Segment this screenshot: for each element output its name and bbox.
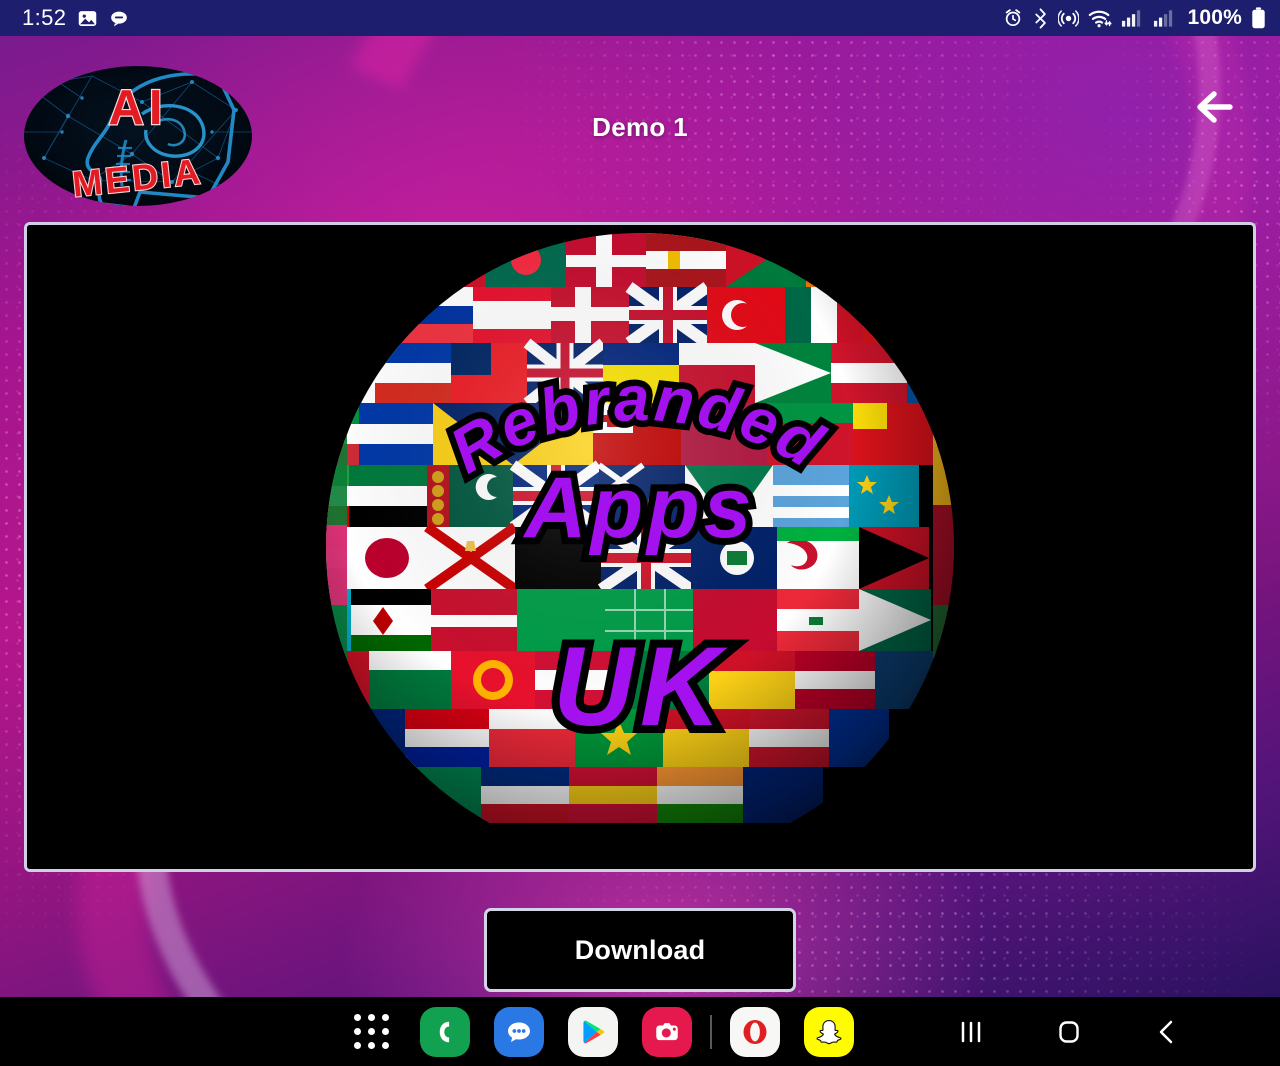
app-logo: AI MEDIA xyxy=(22,62,254,210)
wifi-icon xyxy=(1089,10,1113,27)
battery-icon xyxy=(1252,7,1265,29)
status-bar-left: 1:52 xyxy=(22,7,129,29)
globe-text-apps: Apps xyxy=(523,460,756,556)
play-store-app-button[interactable] xyxy=(556,1003,630,1061)
recents-button[interactable] xyxy=(922,1002,1020,1062)
snapchat-icon xyxy=(804,1006,854,1057)
gallery-icon xyxy=(79,10,97,26)
message-bubble-icon xyxy=(111,11,128,27)
battery-percent-label: 100% xyxy=(1187,6,1242,29)
globe-text-uk: UK xyxy=(553,624,728,749)
status-bar: 1:52 100% xyxy=(0,0,1280,36)
dock-bar xyxy=(0,997,1280,1066)
logo-brand-top: AI xyxy=(109,81,168,135)
alarm-icon xyxy=(1006,9,1021,27)
home-button[interactable] xyxy=(1020,1002,1118,1062)
dock-app-list xyxy=(0,1003,866,1061)
back-button[interactable] xyxy=(1118,1002,1216,1062)
camera-app-button[interactable] xyxy=(630,1003,704,1061)
messages-icon xyxy=(494,1006,544,1057)
download-button[interactable]: Download xyxy=(484,908,796,992)
hotspot-icon xyxy=(1058,9,1080,27)
bluetooth-icon xyxy=(1035,7,1047,29)
back-arrow-icon[interactable] xyxy=(1190,78,1252,136)
messages-app-button[interactable] xyxy=(482,1003,556,1061)
opera-app-button[interactable] xyxy=(718,1003,792,1061)
system-navigation-bar xyxy=(922,1002,1280,1062)
phone-app-button[interactable] xyxy=(408,1003,482,1061)
dock-divider xyxy=(710,1014,712,1049)
app-drawer-icon xyxy=(353,1014,389,1049)
status-time: 1:52 xyxy=(22,5,67,30)
flag-globe-image: Rebranded Apps UK xyxy=(27,225,1253,869)
signal-sim1-icon xyxy=(1122,10,1141,27)
play-store-icon xyxy=(568,1006,618,1057)
media-preview-frame[interactable]: Rebranded Apps UK xyxy=(24,222,1256,872)
status-bar-right: 100% xyxy=(1003,6,1266,30)
camera-icon xyxy=(642,1006,692,1057)
opera-icon xyxy=(730,1006,780,1057)
phone-screen: 1:52 100% AI MEDIA Demo 1 Rebranded Apps… xyxy=(0,0,1280,1066)
app-drawer-button[interactable] xyxy=(334,1003,408,1061)
signal-sim2-icon xyxy=(1154,10,1173,27)
snapchat-app-button[interactable] xyxy=(792,1003,866,1061)
phone-icon xyxy=(420,1006,470,1057)
